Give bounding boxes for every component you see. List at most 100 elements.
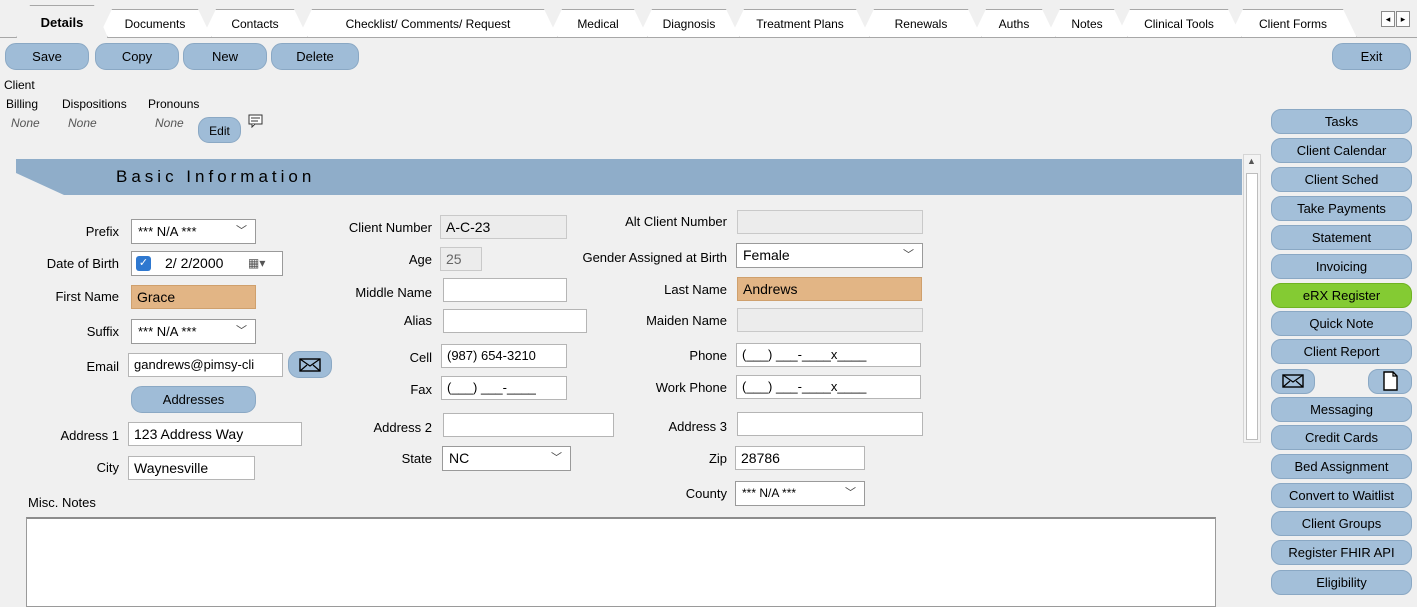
scroll-thumb[interactable] [1246, 173, 1258, 440]
suffix-select[interactable]: *** N/A *** ﹀ [131, 319, 256, 344]
county-label: County [685, 486, 727, 501]
save-button[interactable]: Save [5, 43, 89, 70]
state-label: State [401, 451, 432, 466]
client-sched-button[interactable]: Client Sched [1271, 167, 1412, 192]
age-label: Age [408, 252, 432, 267]
client-groups-button[interactable]: Client Groups [1271, 511, 1412, 536]
misc-notes-textarea[interactable] [26, 517, 1216, 607]
tab-scroll-right-icon[interactable]: ▸ [1396, 11, 1410, 27]
take-payments-button[interactable]: Take Payments [1271, 196, 1412, 221]
first-name-label: First Name [55, 289, 119, 304]
dob-checkbox[interactable]: ✓ [136, 256, 151, 271]
county-select[interactable]: *** N/A *** ﹀ [735, 481, 865, 506]
alias-label: Alias [403, 313, 432, 328]
delete-button[interactable]: Delete [271, 43, 359, 70]
billing-label: Billing [6, 97, 39, 111]
chevron-down-icon: ﹀ [236, 325, 247, 337]
alias-input[interactable] [443, 309, 587, 333]
fax-label: Fax [410, 382, 432, 397]
cell-input[interactable]: (987) 654-3210 [441, 344, 567, 368]
tasks-button[interactable]: Tasks [1271, 109, 1412, 134]
tab-contacts[interactable]: Contacts [202, 9, 308, 38]
tab-client-forms[interactable]: Client Forms [1229, 9, 1357, 38]
last-name-label: Last Name [664, 282, 727, 297]
client-calendar-button[interactable]: Client Calendar [1271, 138, 1412, 163]
tab-scroll-left-icon[interactable]: ◂ [1381, 11, 1395, 27]
erx-register-button[interactable]: eRX Register [1271, 283, 1412, 308]
statement-button[interactable]: Statement [1271, 225, 1412, 250]
address3-input[interactable] [737, 412, 923, 436]
scroll-up-icon[interactable]: ▲ [1247, 156, 1256, 166]
email-send-button[interactable] [288, 351, 332, 378]
first-name-input[interactable]: Grace [131, 285, 256, 309]
state-select[interactable]: NC ﹀ [442, 446, 571, 471]
gender-label: Gender Assigned at Birth [582, 250, 727, 265]
bed-assignment-button[interactable]: Bed Assignment [1271, 454, 1412, 479]
work-phone-label: Work Phone [655, 380, 727, 395]
copy-button[interactable]: Copy [95, 43, 179, 70]
dob-picker[interactable]: ✓ 2/ 2/2000 ▦▾ [131, 251, 283, 276]
fax-input[interactable]: (___) ___-____ [441, 376, 567, 400]
maiden-name-input [737, 308, 923, 332]
quick-note-button[interactable]: Quick Note [1271, 311, 1412, 336]
dob-value: 2/ 2/2000 [165, 255, 224, 271]
register-fhir-api-button[interactable]: Register FHIR API [1271, 540, 1412, 565]
address2-input[interactable] [443, 413, 614, 437]
document-button[interactable] [1368, 369, 1412, 394]
client-report-button[interactable]: Client Report [1271, 339, 1412, 364]
pronouns-value: None [155, 116, 184, 130]
tab-checklist[interactable]: Checklist/ Comments/ Request [298, 9, 558, 38]
tab-details[interactable]: Details [16, 5, 108, 38]
middle-name-input[interactable] [443, 278, 567, 302]
tab-renewals[interactable]: Renewals [860, 9, 982, 38]
address1-label: Address 1 [60, 428, 119, 443]
exit-button[interactable]: Exit [1332, 43, 1411, 70]
work-phone-input[interactable]: (___) ___-____x____ [736, 375, 921, 399]
zip-input[interactable]: 28786 [735, 446, 865, 470]
chevron-down-icon: ﹀ [551, 452, 562, 464]
tab-treatment-plans[interactable]: Treatment Plans [730, 9, 870, 38]
eligibility-button[interactable]: Eligibility [1271, 570, 1412, 595]
county-value: *** N/A *** [742, 486, 797, 500]
form-scrollbar[interactable]: ▲ [1243, 154, 1261, 443]
tab-divider [0, 37, 1417, 38]
prefix-label: Prefix [85, 224, 119, 239]
message-envelope-button[interactable] [1271, 369, 1315, 394]
city-label: City [96, 460, 119, 475]
state-value: NC [449, 450, 470, 466]
age-input: 25 [440, 247, 482, 271]
edit-button[interactable]: Edit [198, 117, 241, 143]
gender-select[interactable]: Female ﹀ [736, 243, 923, 268]
calendar-icon[interactable]: ▦▾ [248, 252, 265, 275]
convert-to-waitlist-button[interactable]: Convert to Waitlist [1271, 483, 1412, 508]
client-number-label: Client Number [348, 220, 432, 235]
invoicing-button[interactable]: Invoicing [1271, 254, 1412, 279]
last-name-input[interactable]: Andrews [737, 277, 922, 301]
tab-notes[interactable]: Notes [1046, 9, 1128, 38]
tab-diagnosis[interactable]: Diagnosis [638, 9, 740, 38]
addresses-button[interactable]: Addresses [131, 386, 256, 413]
zip-label: Zip [708, 451, 727, 466]
envelope-icon [299, 358, 321, 372]
tab-documents[interactable]: Documents [98, 9, 212, 38]
comment-icon[interactable] [248, 114, 264, 131]
address1-input[interactable]: 123 Address Way [128, 422, 302, 446]
prefix-value: *** N/A *** [138, 224, 197, 239]
credit-cards-button[interactable]: Credit Cards [1271, 425, 1412, 450]
billing-value: None [11, 116, 40, 130]
messaging-button[interactable]: Messaging [1271, 397, 1412, 422]
email-input[interactable]: gandrews@pimsy-cli [128, 353, 283, 377]
phone-input[interactable]: (___) ___-____x____ [736, 343, 921, 367]
chevron-down-icon: ﹀ [903, 249, 914, 261]
address3-label: Address 3 [668, 419, 727, 434]
client-heading: Client [4, 78, 35, 92]
tab-medical[interactable]: Medical [548, 9, 648, 38]
chevron-down-icon: ﹀ [236, 225, 247, 237]
tab-bar: Client Forms Clinical Tools Notes Auths … [0, 0, 1417, 38]
tab-clinical-tools[interactable]: Clinical Tools [1116, 9, 1242, 38]
prefix-select[interactable]: *** N/A *** ﹀ [131, 219, 256, 244]
suffix-value: *** N/A *** [138, 324, 197, 339]
city-input[interactable]: Waynesville [128, 456, 255, 480]
new-button[interactable]: New [183, 43, 267, 70]
tab-auths[interactable]: Auths [972, 9, 1056, 38]
